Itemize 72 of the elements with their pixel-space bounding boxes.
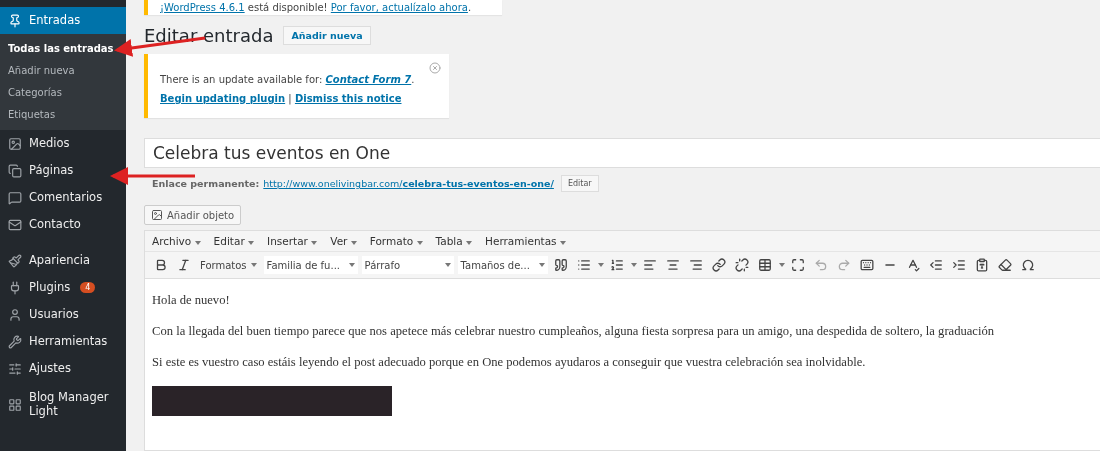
add-media-button[interactable]: Añadir objeto [144, 205, 242, 225]
caret-icon [466, 241, 473, 245]
sidebar-item[interactable]: Apariencia [0, 247, 126, 274]
caret-icon [630, 263, 637, 267]
caret-icon [250, 263, 257, 267]
sliders-icon [8, 361, 22, 376]
caret-icon [444, 263, 451, 267]
caret-icon [538, 263, 545, 267]
notice-actions: Begin updating plugin | Dismiss this notice [160, 93, 403, 104]
sidebar-item[interactable]: Herramientas [0, 328, 126, 355]
image-icon [151, 209, 163, 221]
block-format-dropdown[interactable]: Párrafo [361, 256, 454, 274]
dismiss-link[interactable]: Dismiss this notice [294, 93, 402, 104]
submenu-item[interactable]: Etiquetas [0, 103, 126, 125]
font-size-dropdown[interactable]: Tamaños de... [457, 256, 548, 274]
version-link[interactable]: ¡WordPress 4.6.1 [160, 2, 245, 13]
caret-icon [194, 241, 201, 245]
caret-icon [778, 263, 785, 267]
caret-icon [350, 241, 357, 245]
menu-item[interactable]: Archivo [152, 235, 201, 247]
menu-item[interactable]: Herramientas [485, 235, 566, 247]
notice-text: There is an update available for: Contact Form 7. [160, 74, 416, 85]
sidebar-item[interactable]: Comentarios [0, 184, 126, 211]
sidebar-item[interactable]: Contacto [0, 211, 126, 238]
pin-icon [8, 13, 22, 28]
image-icon [8, 136, 22, 151]
grid-icon [8, 397, 22, 412]
sidebar-item[interactable]: Ajustes [0, 355, 126, 382]
caret-icon [559, 241, 566, 245]
sidebar-item[interactable]: Medios [0, 130, 126, 157]
sidebar-item[interactable]: Páginas [0, 157, 126, 184]
font-family-dropdown[interactable]: Familia de fu... [263, 256, 358, 274]
menu-item[interactable]: Editar [213, 235, 255, 247]
plug-icon [8, 280, 22, 295]
menu-item[interactable]: Ver [330, 235, 357, 247]
submenu-item[interactable]: Todas las entradas [0, 37, 126, 59]
plugin-link[interactable]: Contact Form 7 [325, 74, 412, 85]
sidebar-item[interactable]: Blog Manager Light [0, 391, 126, 418]
body-paragraph: Con la llegada del buen tiempo parece que nos apetece más celebrar nuestro cumpleaños, alguna fiesta sorpresa para un amigo, una despedida de soltero, la graduación [152, 324, 996, 339]
edit-button[interactable]: Editar [560, 175, 599, 192]
comment-icon [8, 190, 22, 205]
unlink-icon[interactable] [732, 255, 752, 275]
add-new-button[interactable]: Añadir nueva [283, 26, 371, 45]
caret-icon [348, 263, 355, 267]
title-field[interactable]: Celebra tus eventos en One [144, 138, 1100, 168]
submenu-item[interactable]: Categorías [0, 81, 126, 103]
body-paragraph: Si este es vuestro caso estáis leyendo el post adecuado porque en One podemos ayudaros a conseguir que vuestra celebración sea inolvidable. [152, 355, 867, 370]
permalink-label: Enlace permanente: [152, 178, 260, 189]
caret-icon [416, 241, 423, 245]
count-badge: 4 [80, 282, 96, 293]
notice-text: ¡WordPress 4.6.1 está disponible! Por favor, actualízalo ahora. [160, 2, 473, 13]
menu-item[interactable]: Insertar [267, 235, 318, 247]
submenu-item[interactable]: Añadir nueva [0, 59, 126, 81]
body-paragraph: Hola de nuevo! [152, 293, 231, 308]
sidebar-item[interactable]: Entradas [0, 7, 126, 34]
menu-item[interactable]: Formato [369, 235, 423, 247]
mail-icon [8, 217, 22, 232]
link-icon[interactable] [709, 255, 729, 275]
brush-icon [8, 253, 22, 268]
caret-icon [311, 241, 318, 245]
sidebar-item[interactable]: Usuarios [0, 301, 126, 328]
menu-item[interactable]: Tabla [435, 235, 473, 247]
caret-icon [597, 263, 604, 267]
wrench-icon [8, 334, 22, 349]
caret-icon [248, 241, 255, 245]
update-link[interactable]: Begin updating plugin [160, 93, 286, 104]
formats-dropdown[interactable]: Formatos [197, 256, 260, 274]
user-icon [8, 307, 22, 322]
sidebar-item[interactable]: Plugins 4 [0, 274, 126, 301]
pages-icon [8, 163, 22, 178]
permalink-link[interactable]: http://www.onelivingbar.com/celebra-tus-eventos-en-one/ [263, 178, 554, 189]
update-link[interactable]: Por favor, actualízalo ahora [330, 2, 468, 13]
